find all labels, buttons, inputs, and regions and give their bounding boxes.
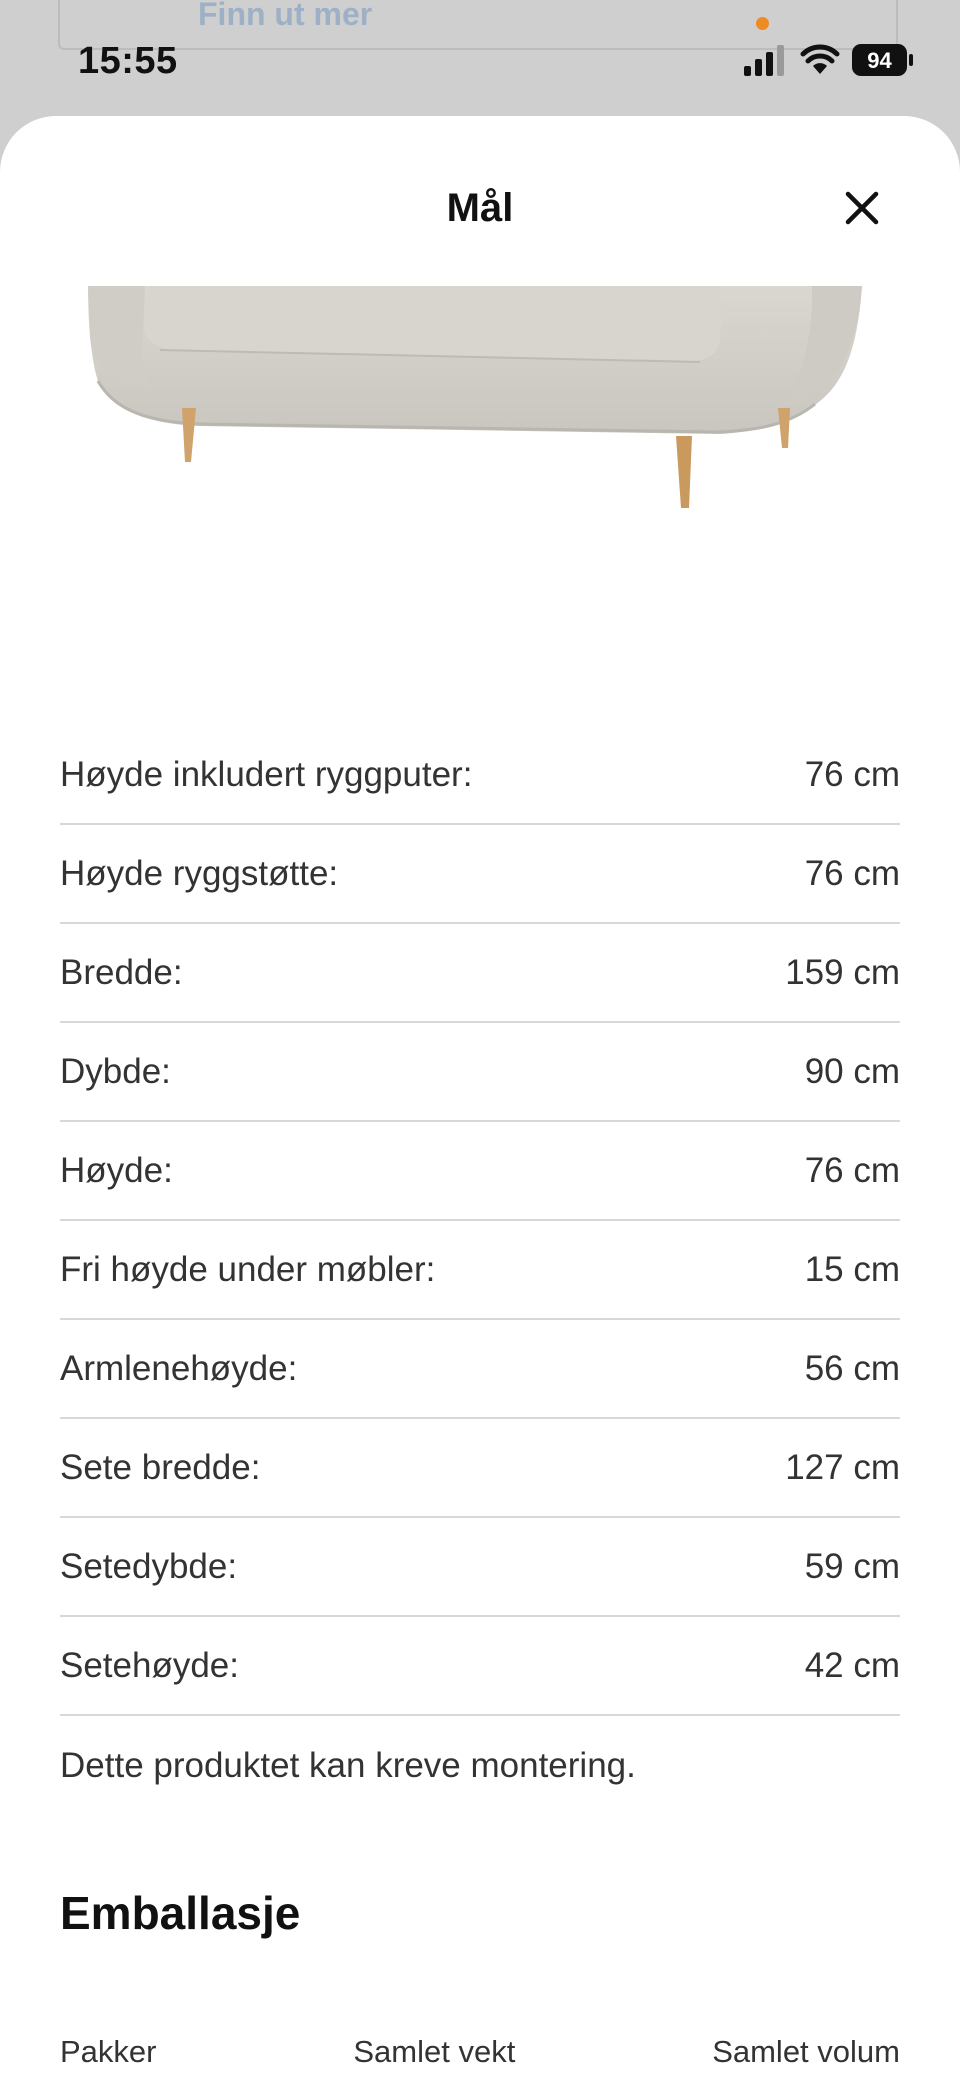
dimension-label: Dybde:	[60, 1051, 171, 1091]
dimension-value: 76 cm	[804, 1150, 900, 1190]
dimension-value: 127 cm	[785, 1447, 900, 1487]
assembly-note: Dette produktet kan kreve montering.	[60, 1746, 636, 1785]
dimension-row: Høyde inkludert ryggputer: 76 cm	[60, 726, 900, 825]
dimension-value: 59 cm	[804, 1546, 900, 1586]
close-icon[interactable]	[838, 184, 886, 232]
privacy-indicator-dot	[756, 17, 769, 30]
dimension-row: Dybde: 90 cm	[60, 1023, 900, 1122]
dimension-label: Høyde ryggstøtte:	[60, 853, 339, 893]
dimension-row: Armlenehøyde: 56 cm	[60, 1320, 900, 1419]
dimension-label: Armlenehøyde:	[60, 1348, 298, 1388]
dimensions-sheet: Mål Høyde inkludert ryggputer: 76 cm Høy…	[0, 116, 960, 2078]
dimension-value: 159 cm	[785, 952, 900, 992]
cellular-signal-icon	[744, 45, 784, 76]
dimension-row: Fri høyde under møbler: 15 cm	[60, 1221, 900, 1320]
dimension-label: Høyde:	[60, 1150, 173, 1190]
dimension-row: Setehøyde: 42 cm	[60, 1617, 900, 1716]
dimension-value: 15 cm	[804, 1249, 900, 1289]
packaging-table-header: Pakker Samlet vekt Samlet volum	[60, 2034, 900, 2070]
product-image	[0, 286, 960, 646]
dimension-row: Høyde ryggstøtte: 76 cm	[60, 825, 900, 924]
dimension-row: Høyde: 76 cm	[60, 1122, 900, 1221]
dimension-value: 76 cm	[804, 754, 900, 794]
dimension-value: 90 cm	[804, 1051, 900, 1091]
packaging-column-total-volume: Samlet volum	[712, 2034, 900, 2069]
packaging-column-packages: Pakker	[60, 2034, 157, 2069]
dimension-value: 42 cm	[804, 1645, 900, 1685]
dimension-value: 76 cm	[804, 853, 900, 893]
status-bar: 15:55 94	[0, 0, 960, 115]
packaging-column-total-weight: Samlet vekt	[353, 2034, 516, 2069]
sheet-title: Mål	[446, 186, 514, 230]
battery-level: 94	[867, 48, 892, 73]
dimensions-list: Høyde inkludert ryggputer: 76 cm Høyde r…	[60, 726, 900, 1716]
dimension-row: Sete bredde: 127 cm	[60, 1419, 900, 1518]
dimension-label: Fri høyde under møbler:	[60, 1249, 436, 1289]
dimension-label: Setehøyde:	[60, 1645, 239, 1685]
sofa-illustration	[88, 286, 862, 508]
battery-icon: 94	[852, 44, 913, 76]
packaging-heading: Emballasje	[60, 1887, 301, 1939]
dimension-label: Sete bredde:	[60, 1447, 261, 1487]
dimension-label: Høyde inkludert ryggputer:	[60, 754, 473, 794]
dimension-label: Bredde:	[60, 952, 183, 992]
dimension-value: 56 cm	[804, 1348, 900, 1388]
dimension-row: Setedybde: 59 cm	[60, 1518, 900, 1617]
status-time: 15:55	[78, 40, 178, 82]
wifi-icon	[800, 44, 840, 74]
dimension-row: Bredde: 159 cm	[60, 924, 900, 1023]
dimension-label: Setedybde:	[60, 1546, 238, 1586]
